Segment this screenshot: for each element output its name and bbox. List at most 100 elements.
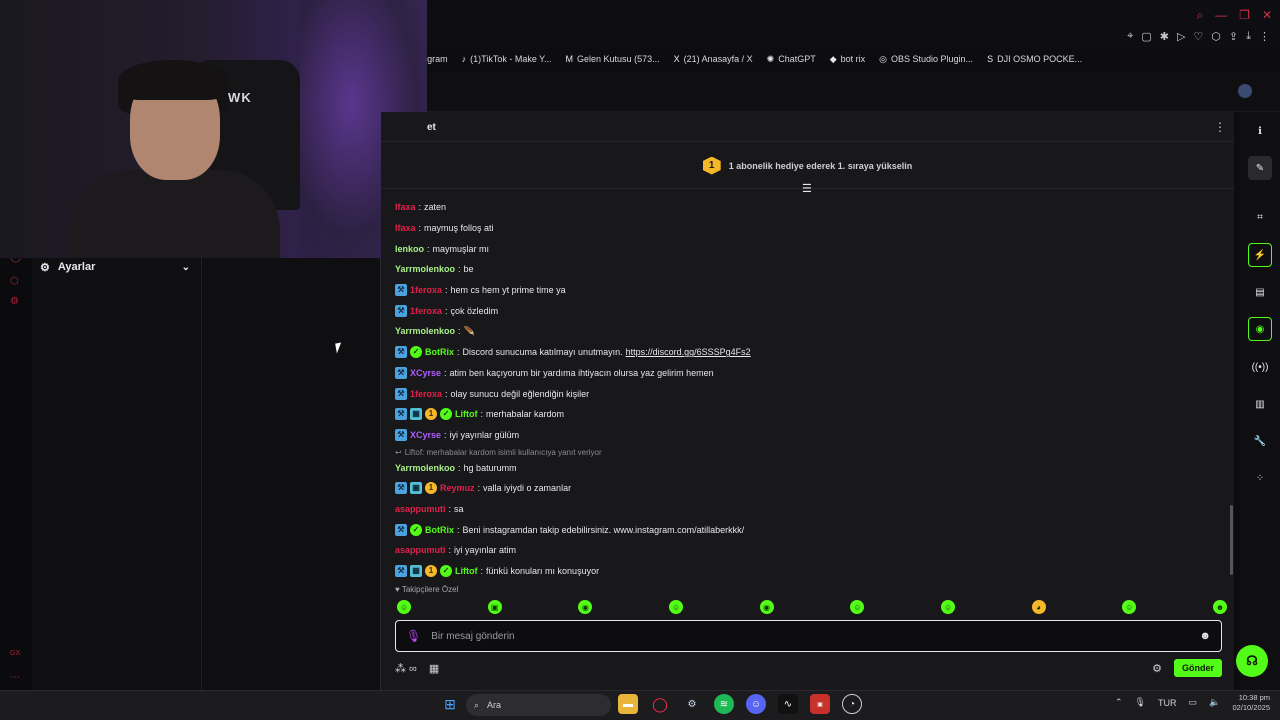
emote-icon[interactable]: ☺ xyxy=(668,600,683,614)
steam-icon[interactable]: ⚙ xyxy=(682,694,702,714)
more-vertical-icon[interactable]: ⋮ xyxy=(1214,120,1226,134)
chat-icon[interactable]: ◉ xyxy=(1248,317,1272,341)
settings-row[interactable]: ⚙ Ayarlar ⌄ xyxy=(40,258,190,276)
share-icon[interactable]: ⇪ xyxy=(1229,30,1238,43)
taskbar-search[interactable]: ⌕ Ara xyxy=(466,694,611,716)
chevron-up-icon[interactable]: ⌃ xyxy=(1115,697,1123,708)
volume-icon[interactable]: 🔈 xyxy=(1209,697,1220,708)
vip-badge-icon[interactable]: ▦ xyxy=(410,565,422,578)
windows-start-icon[interactable]: ⊞ xyxy=(440,694,460,714)
emote-icon[interactable]: ▣ xyxy=(487,600,502,614)
note-icon[interactable]: ▤ xyxy=(1248,280,1272,304)
bolt-icon[interactable]: ⚡ xyxy=(1248,243,1272,267)
chevron-down-icon[interactable]: ⌄ xyxy=(182,262,190,273)
broadcast-icon[interactable]: ((•)) xyxy=(1248,355,1272,379)
ver-badge-icon[interactable]: ✓ xyxy=(440,408,452,421)
mod-badge-icon[interactable]: ⚒ xyxy=(395,387,407,400)
vip-badge-icon[interactable]: ▦ xyxy=(410,482,422,495)
ver-badge-icon[interactable]: ✓ xyxy=(410,346,422,359)
points-icon[interactable]: ⁂ ∞ xyxy=(395,662,417,675)
chat-username[interactable]: Liftof xyxy=(455,566,478,576)
opera-gx-icon[interactable]: ◯ xyxy=(650,694,670,714)
mod-badge-icon[interactable]: ⚒ xyxy=(395,408,407,421)
bookmark-item[interactable]: ✺ ChatGPT xyxy=(767,52,816,66)
bookmark-item[interactable]: ♪ (1)TikTok - Make Y... xyxy=(462,52,552,66)
close-icon[interactable]: ✕ xyxy=(1262,8,1272,23)
ver-badge-icon[interactable]: ✓ xyxy=(440,565,452,578)
obs-icon[interactable]: ◔ xyxy=(842,694,862,714)
focus-icon[interactable]: ⌗ xyxy=(1248,205,1272,229)
heart-icon[interactable]: ♡ xyxy=(1193,30,1203,43)
language-indicator[interactable]: TUR xyxy=(1158,698,1177,708)
chat-scrollbar[interactable] xyxy=(1230,505,1233,575)
mod-badge-icon[interactable]: ⚒ xyxy=(395,366,407,379)
capcut-icon[interactable]: ∿ xyxy=(778,694,798,714)
mod-badge-icon[interactable]: ⚒ xyxy=(395,428,407,441)
chat-username[interactable]: Liftof xyxy=(455,409,478,419)
chat-username[interactable]: Yarrmolenkoo xyxy=(395,264,455,274)
chat-input-placeholder[interactable]: Bir mesaj gönderin xyxy=(431,631,1189,642)
pin-icon[interactable]: ⌖ xyxy=(1127,30,1133,43)
bookmark-item[interactable]: M Gelen Kutusu (573... xyxy=(566,52,660,66)
wrench-icon[interactable]: 🔧 xyxy=(1248,429,1272,453)
chat-username[interactable]: 1feroxa xyxy=(410,285,442,295)
chat-username[interactable]: XCyrse xyxy=(410,430,441,440)
chat-username[interactable]: 1feroxa xyxy=(410,306,442,316)
emote-icon[interactable]: ☺ xyxy=(940,600,955,614)
sub-badge-icon[interactable]: 1 xyxy=(425,482,437,495)
bookmark-item[interactable]: S DJI OSMO POCKE... xyxy=(987,52,1082,66)
emote-icon[interactable]: ☺ xyxy=(397,600,411,614)
search-icon[interactable]: ⌕ xyxy=(1196,8,1203,23)
mod-badge-icon[interactable]: ⚒ xyxy=(395,523,407,536)
more-icon[interactable]: ⋯ xyxy=(10,672,22,684)
bookmark-item[interactable]: ◆ bot rix xyxy=(830,52,865,66)
file-explorer-icon[interactable]: ▬ xyxy=(618,694,638,714)
help-button[interactable]: ☊ xyxy=(1236,645,1268,677)
gx-icon[interactable]: GX xyxy=(10,650,22,662)
discord-icon[interactable]: ☺ xyxy=(746,694,766,714)
chat-username[interactable]: 1feroxa xyxy=(410,389,442,399)
emote-icon[interactable]: ◉ xyxy=(578,600,593,614)
extension-icon[interactable]: ✱ xyxy=(1160,30,1169,43)
sub-badge-icon[interactable]: 1 xyxy=(425,565,437,578)
pen-icon[interactable]: ✎ xyxy=(1248,156,1272,180)
gear-icon[interactable]: ⚙ xyxy=(10,296,22,308)
send-button[interactable]: Gönder xyxy=(1173,659,1222,677)
avatar[interactable] xyxy=(1238,84,1252,98)
monitor-icon[interactable]: ▭ xyxy=(1188,697,1197,708)
filter-icon[interactable]: ☰ xyxy=(802,182,812,195)
nodes-icon[interactable]: ⁘ xyxy=(1248,466,1272,490)
chat-username[interactable]: BotRix xyxy=(425,525,454,535)
emote-icon[interactable]: ☻ xyxy=(1212,600,1227,614)
chat-username[interactable]: Yarrmolenkoo xyxy=(395,463,455,473)
vip-badge-icon[interactable]: ▦ xyxy=(410,408,422,421)
chat-link[interactable]: https://discord.gg/6SSSPg4Fs2 xyxy=(626,347,751,357)
emote-icon[interactable]: ◕ xyxy=(1031,600,1046,614)
emote-icon[interactable]: ☺ xyxy=(1122,600,1137,614)
mod-badge-icon[interactable]: ⚒ xyxy=(395,346,407,359)
bookmark-item[interactable]: ◎ OBS Studio Plugin... xyxy=(879,52,973,66)
maximize-icon[interactable]: ❐ xyxy=(1239,8,1250,23)
spotify-icon[interactable]: ≋ xyxy=(714,694,734,714)
chat-username[interactable]: lenkoo xyxy=(395,244,424,254)
menu-icon[interactable]: ⋮ xyxy=(1259,30,1270,43)
chat-username[interactable]: lfaxa xyxy=(395,202,416,212)
minimize-icon[interactable]: — xyxy=(1215,8,1227,23)
puzzle-icon[interactable]: ⬡ xyxy=(1211,30,1221,43)
movie-maker-icon[interactable]: ▣ xyxy=(810,694,830,714)
chat-username[interactable]: XCyrse xyxy=(410,368,441,378)
clock[interactable]: 10:38 pm 02/10/2025 xyxy=(1224,693,1270,713)
chat-username[interactable]: BotRix xyxy=(425,347,454,357)
emote-icon[interactable]: ◉ xyxy=(759,600,774,614)
chat-username[interactable]: lfaxa xyxy=(395,223,416,233)
chat-input[interactable]: 🎙 Bir mesaj gönderin ☻ xyxy=(395,620,1222,652)
ver-badge-icon[interactable]: ✓ xyxy=(410,523,422,536)
bookmark-item[interactable]: X (21) Anasayfa / X xyxy=(674,52,753,66)
download-icon[interactable]: ⤓ xyxy=(1246,30,1251,43)
sub-badge-icon[interactable]: 1 xyxy=(425,408,437,421)
layout-icon[interactable]: ▥ xyxy=(1248,392,1272,416)
mod-badge-icon[interactable]: ⚒ xyxy=(395,565,407,578)
store-icon[interactable]: ▦ xyxy=(429,662,439,675)
microphone-icon[interactable]: 🎙 xyxy=(1135,697,1146,708)
gear-icon[interactable]: ⚙ xyxy=(1152,662,1162,675)
